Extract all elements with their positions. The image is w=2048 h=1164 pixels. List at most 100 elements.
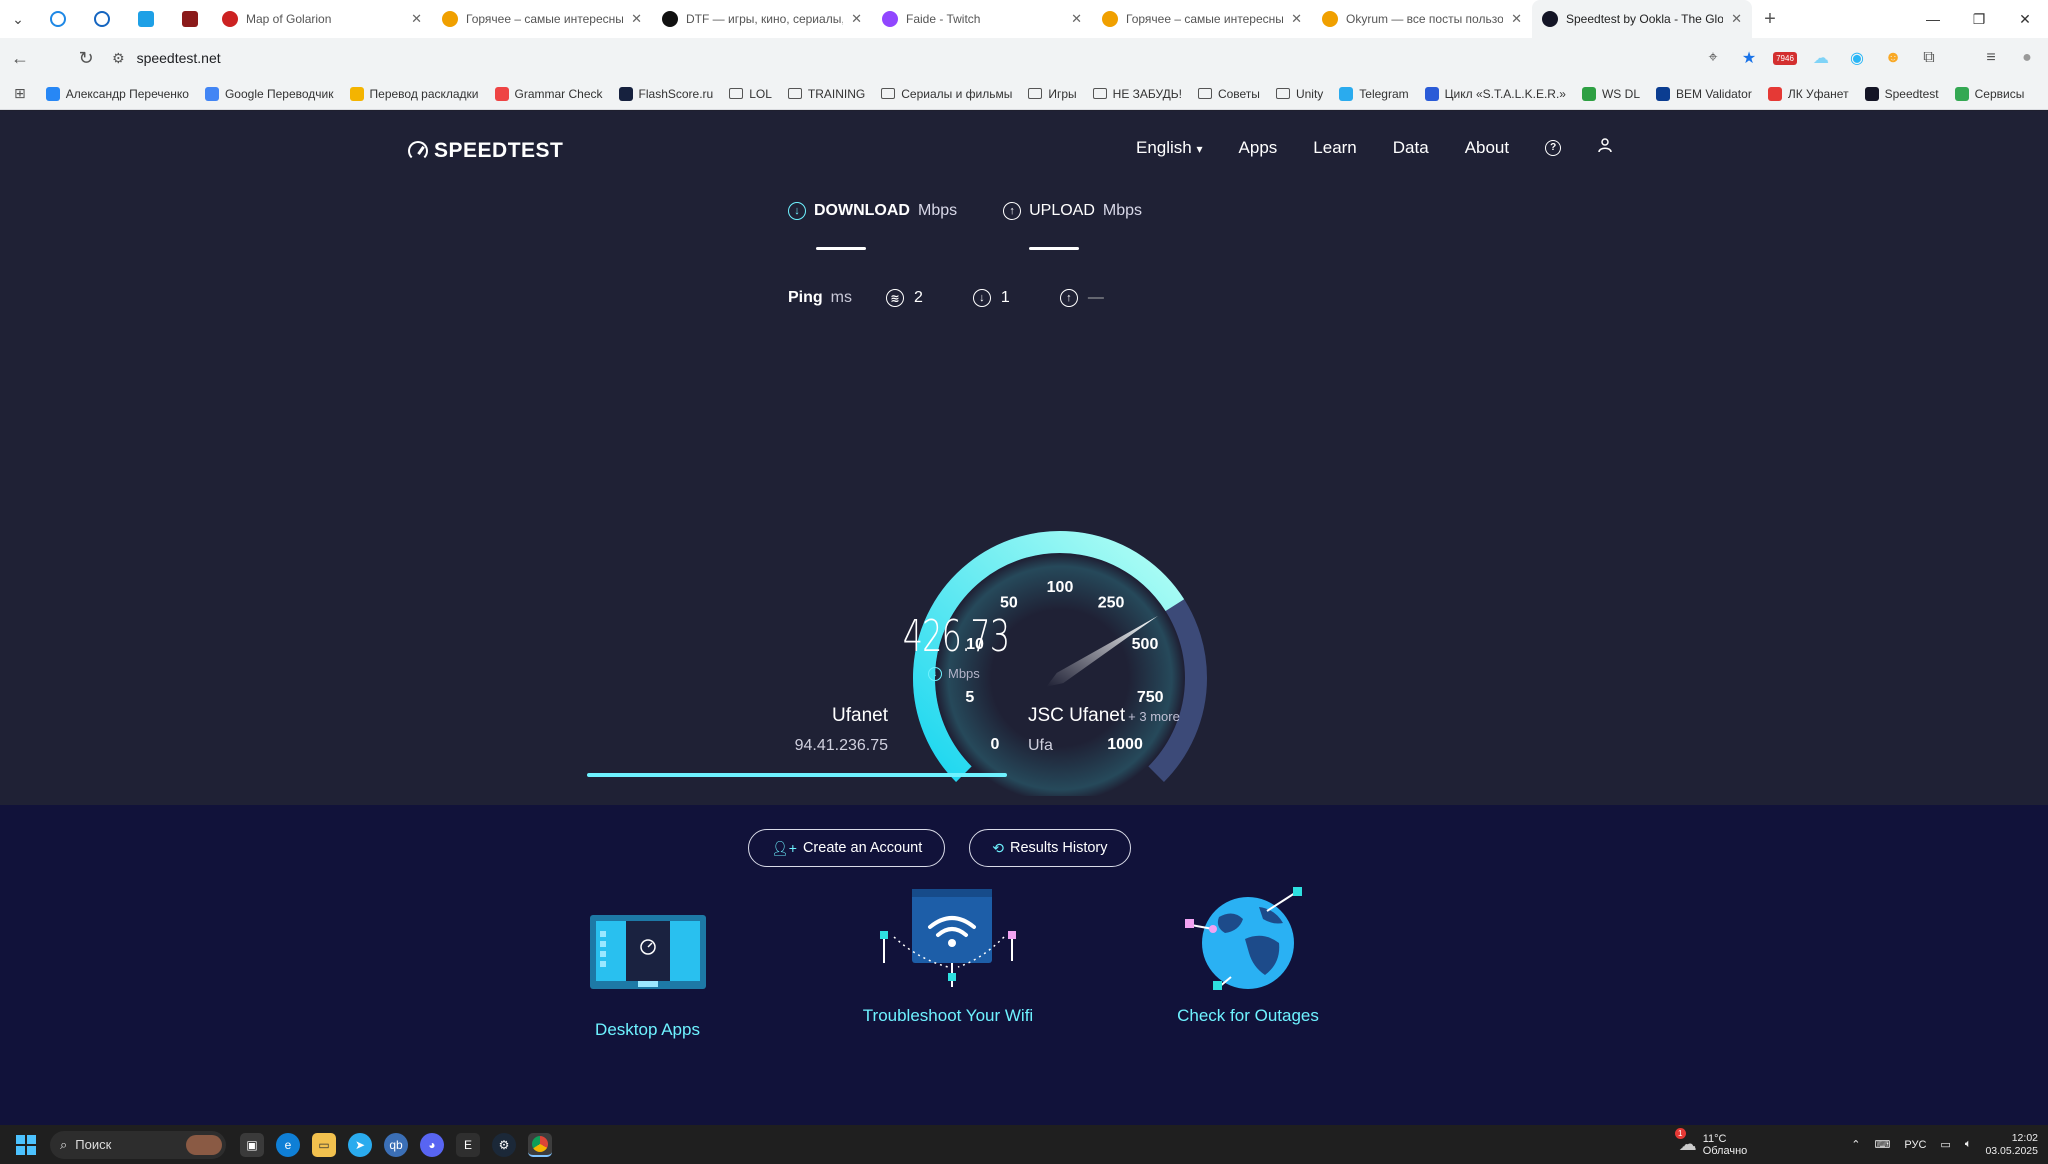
task-view-icon[interactable]: ▣: [240, 1132, 264, 1157]
bookmark-link[interactable]: Александр Переченко: [45, 86, 189, 101]
bookmark-link[interactable]: Сервисы: [1954, 86, 2024, 101]
browser-tab[interactable]: Okyrum — все посты пользоват ✕: [1312, 0, 1532, 38]
user-account-icon[interactable]: [1597, 137, 1613, 158]
epic-games-icon[interactable]: E: [456, 1132, 480, 1157]
bookmark-link[interactable]: ЛК Уфанет: [1767, 86, 1849, 101]
bookmark-link[interactable]: Google Переводчик: [204, 86, 334, 101]
close-tab-icon[interactable]: ✕: [1511, 11, 1522, 27]
close-tab-icon[interactable]: ✕: [411, 11, 422, 27]
bookmark-favicon-icon: [494, 86, 509, 101]
feature-troubleshoot-wifi[interactable]: Troubleshoot Your Wifi: [848, 889, 1048, 1026]
restore-button[interactable]: ❐: [1956, 0, 2002, 38]
input-language[interactable]: РУС: [1904, 1139, 1926, 1151]
speed-unit-label: Mbps: [948, 666, 980, 681]
server-more[interactable]: + 3 more: [1128, 709, 1180, 724]
nav-data[interactable]: Data: [1393, 138, 1429, 158]
weather-widget[interactable]: ☁ 1 11°C Облачно: [1674, 1128, 1747, 1157]
help-icon[interactable]: ?: [1545, 139, 1562, 156]
extension-badge-icon[interactable]: 7946: [1773, 47, 1797, 69]
reload-icon[interactable]: ↻: [66, 38, 106, 78]
telegram-icon[interactable]: ➤: [348, 1132, 372, 1157]
close-tab-icon[interactable]: ✕: [1731, 11, 1742, 27]
keyboard-icon[interactable]: ⌨: [1875, 1138, 1891, 1151]
nav-apps[interactable]: Apps: [1239, 138, 1278, 158]
profile-avatar-icon[interactable]: ●: [2016, 47, 2038, 69]
server-info[interactable]: JSC Ufanet + 3 more Ufa: [1028, 705, 1180, 755]
bookmark-link[interactable]: WS DL: [1581, 86, 1640, 101]
browser-tab[interactable]: DTF — игры, кино, сериалы, ра ✕: [652, 0, 872, 38]
bookmark-link[interactable]: Telegram: [1339, 86, 1409, 101]
close-tab-icon[interactable]: ✕: [1071, 11, 1082, 27]
extensions-puzzle-icon[interactable]: ⧉: [1918, 47, 1940, 69]
extension-face-icon[interactable]: ☻: [1882, 47, 1904, 69]
server-name: JSC Ufanet: [1028, 705, 1126, 726]
close-tab-icon[interactable]: ✕: [631, 11, 642, 27]
start-windows-icon[interactable]: [16, 1134, 36, 1155]
tab-favicon-icon: [882, 11, 898, 27]
network-icon[interactable]: ▭: [1940, 1138, 1950, 1151]
nav-learn[interactable]: Learn: [1313, 138, 1356, 158]
feature-check-outages[interactable]: Check for Outages: [1168, 887, 1328, 1026]
location-pin-icon[interactable]: ⌖: [1702, 47, 1724, 69]
bookmark-link[interactable]: BEM Validator: [1656, 86, 1752, 101]
chrome-icon[interactable]: [528, 1132, 552, 1157]
bookmark-link[interactable]: Grammar Check: [494, 86, 603, 101]
bookmark-link[interactable]: Speedtest: [1864, 86, 1939, 101]
bookmark-folder[interactable]: Советы: [1197, 87, 1260, 101]
tab-search-chevron-icon[interactable]: ⌄: [0, 0, 36, 38]
language-selector[interactable]: English ▾: [1136, 138, 1203, 158]
windows-taskbar: ⌕ Поиск ▣ e ▭ ➤ qb ◕ E ⚙ ☁ 1 11°C Облачно …: [0, 1125, 2048, 1164]
volume-icon[interactable]: 🔈︎: [1965, 1138, 1972, 1151]
browser-tab[interactable]: Faide - Twitch ✕: [872, 0, 1092, 38]
back-arrow-icon[interactable]: ←: [0, 38, 40, 78]
extension-sound-icon[interactable]: ◉: [1846, 47, 1868, 69]
bookmark-link[interactable]: FlashScore.ru: [618, 86, 713, 101]
bookmark-link[interactable]: Цикл «S.T.A.L.K.E.R.»: [1424, 86, 1566, 101]
browser-tab[interactable]: Горячее – самые интересные и ✕: [432, 0, 652, 38]
bookmark-folder[interactable]: TRAINING: [787, 87, 865, 101]
close-window-button[interactable]: ✕: [2002, 0, 2048, 38]
upload-tab[interactable]: ↑ UPLOAD Mbps: [1003, 202, 1142, 250]
tray-chevron-up-icon[interactable]: ⌃: [1851, 1138, 1860, 1151]
nav-about[interactable]: About: [1465, 138, 1509, 158]
ping-unit: ms: [830, 289, 852, 306]
feature-desktop-apps[interactable]: Desktop Apps: [580, 901, 715, 1040]
minimize-button[interactable]: —: [1910, 0, 1956, 38]
pinned-tab-3[interactable]: [124, 0, 168, 38]
download-tab[interactable]: ↓ DOWNLOAD Mbps: [788, 202, 957, 250]
new-tab-button[interactable]: +: [1752, 8, 1788, 31]
file-explorer-icon[interactable]: ▭: [312, 1132, 336, 1157]
bookmark-link[interactable]: Перевод раскладки: [349, 86, 479, 101]
browser-tab[interactable]: Горячее – самые интересные и ✕: [1092, 0, 1312, 38]
clock[interactable]: 12:02 03.05.2025: [1985, 1132, 2038, 1158]
bookmark-star-icon[interactable]: ★: [1738, 47, 1760, 69]
pinned-tab-2[interactable]: [80, 0, 124, 38]
reading-list-icon[interactable]: ≡: [1980, 47, 2002, 69]
edge-icon[interactable]: e: [276, 1132, 300, 1157]
results-history-button[interactable]: ⟲ Results History: [969, 829, 1131, 867]
close-tab-icon[interactable]: ✕: [851, 11, 862, 27]
taskbar-search[interactable]: ⌕ Поиск: [50, 1130, 226, 1159]
speedtest-logo[interactable]: SPEEDTEST: [408, 139, 563, 163]
bookmark-folder[interactable]: LOL: [729, 87, 772, 101]
bookmark-folder[interactable]: НЕ ЗАБУДЬ!: [1092, 87, 1182, 101]
steam-icon[interactable]: ⚙: [492, 1132, 516, 1157]
extension-cloud-icon[interactable]: ☁: [1810, 47, 1832, 69]
add-user-icon: 👤︎+: [771, 839, 797, 856]
bookmark-folder[interactable]: Игры: [1028, 87, 1077, 101]
pinned-tab-4[interactable]: [168, 0, 212, 38]
search-highlight-icon: [186, 1134, 222, 1155]
pinned-tab-1[interactable]: [36, 0, 80, 38]
browser-tab[interactable]: Map of Golarion ✕: [212, 0, 432, 38]
url-field[interactable]: ⚙ speedtest.net: [112, 50, 221, 67]
create-account-button[interactable]: 👤︎+ Create an Account: [748, 829, 946, 867]
discord-icon[interactable]: ◕: [420, 1132, 444, 1157]
bookmark-folder[interactable]: Сериалы и фильмы: [881, 87, 1012, 101]
site-settings-icon[interactable]: ⚙: [112, 50, 125, 67]
apps-grid-icon[interactable]: ⊞: [14, 85, 26, 102]
browser-tab[interactable]: Speedtest by Ookla - The Global ✕: [1532, 0, 1752, 38]
bookmark-folder[interactable]: Unity: [1275, 87, 1323, 101]
close-tab-icon[interactable]: ✕: [1291, 11, 1302, 27]
tab-favicon-icon: [442, 11, 458, 27]
app-qb-icon[interactable]: qb: [384, 1132, 408, 1157]
